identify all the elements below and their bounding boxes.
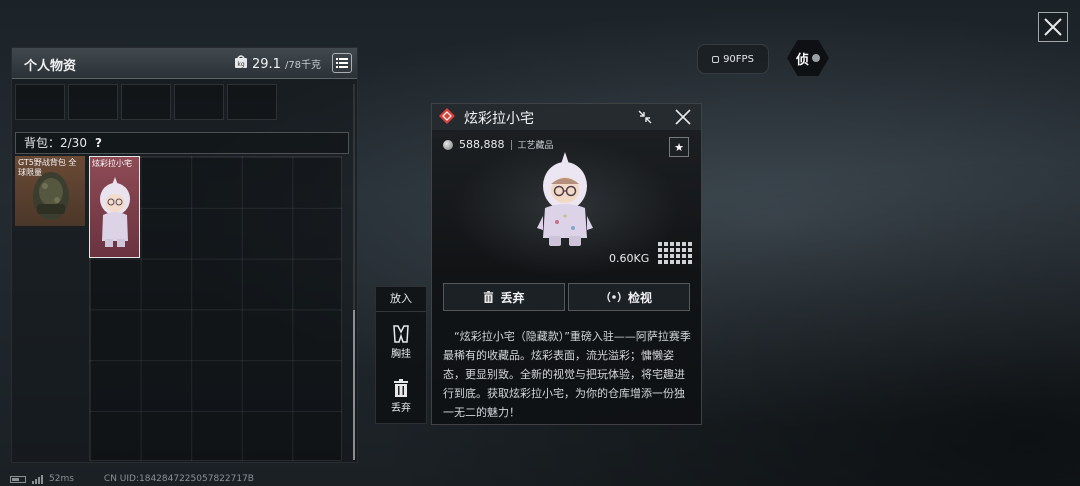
fps-indicator: 90FPS xyxy=(697,44,769,74)
list-view-button[interactable] xyxy=(332,53,352,73)
close-button[interactable] xyxy=(1038,12,1068,42)
item-price: 588,888 xyxy=(459,138,505,151)
discard-button-label: 丢弃 xyxy=(500,290,525,305)
inventory-title: 个人物资 xyxy=(24,59,77,74)
equipment-slot[interactable] xyxy=(227,84,277,120)
doll-icon xyxy=(100,177,130,247)
equipment-slot[interactable] xyxy=(174,84,224,120)
put-into-header: 放入 xyxy=(376,287,426,312)
discard-target[interactable]: 丢弃 xyxy=(376,379,426,414)
doll-preview-image xyxy=(537,152,593,246)
list-icon xyxy=(336,58,348,68)
backpack-help-button[interactable]: ? xyxy=(95,136,102,150)
backpack-gear-item[interactable]: GT5野战背包 全球限量 xyxy=(15,156,85,226)
item-detail-panel: 炫彩拉小宅 588,888 工艺藏品 ★ 0.60KG 丢弃 检视 “炫彩拉小宅… xyxy=(431,103,702,425)
battery-icon xyxy=(10,475,26,483)
inspect-button-label: 检视 xyxy=(627,290,652,305)
item-preview: 588,888 工艺藏品 ★ 0.60KG xyxy=(432,130,701,274)
discard-target-label: 丢弃 xyxy=(391,403,411,414)
discard-icon xyxy=(484,291,494,303)
fps-value: 90FPS xyxy=(723,53,754,65)
chest-rig-target[interactable]: 胸挂 xyxy=(376,325,426,360)
ping-value: 52ms xyxy=(49,474,74,484)
equipment-slot[interactable] xyxy=(121,84,171,120)
close-detail-icon[interactable] xyxy=(674,108,692,126)
scout-status-label: 侦 xyxy=(795,52,809,68)
backpack-capacity-bar: 背包：2/30? xyxy=(15,132,349,154)
signal-icon xyxy=(32,474,43,484)
trash-icon xyxy=(394,379,408,397)
user-uid: CN UID:1842847225057822717B xyxy=(103,474,254,484)
personal-inventory-panel: 个人物资 kg 29.1 /78千克 背包：2/30? GT5野战背包 全球限量… xyxy=(11,47,358,463)
equipment-slot[interactable] xyxy=(15,84,65,120)
status-bar: 52ms CN UID:1842847225057822717B xyxy=(10,474,254,484)
backpack-icon xyxy=(33,172,69,220)
scout-status-chip[interactable]: 侦 xyxy=(787,40,829,76)
item-weight: 0.60KG xyxy=(609,252,650,265)
item-size-grid-icon xyxy=(658,242,692,264)
star-icon: ★ xyxy=(674,140,684,154)
item-description: “炫彩拉小宅（隐藏款）”重磅入驻——阿萨拉赛季最稀有的收藏品。炫彩表面，流光溢彩… xyxy=(443,330,691,419)
weight-max: /78千克 xyxy=(284,60,322,71)
equipment-slot[interactable] xyxy=(68,84,118,120)
coin-icon xyxy=(443,139,453,150)
item-detail-header: 炫彩拉小宅 xyxy=(432,104,701,130)
inventory-scrollbar-thumb[interactable] xyxy=(353,310,355,460)
price-separator xyxy=(510,139,512,150)
item-title: 炫彩拉小宅 xyxy=(464,111,534,127)
chest-rig-label: 胸挂 xyxy=(391,349,411,360)
equipment-slots-row xyxy=(15,84,277,120)
weight-indicator: kg 29.1 /78千克 xyxy=(234,54,321,72)
fps-icon xyxy=(712,55,720,63)
weight-current: 29.1 xyxy=(252,57,281,72)
status-dot-icon xyxy=(812,54,820,62)
discard-button[interactable]: 丢弃 xyxy=(443,283,565,311)
put-into-column: 放入 胸挂 丢弃 xyxy=(375,286,427,424)
inspect-icon xyxy=(607,291,621,303)
inspect-button[interactable]: 检视 xyxy=(568,283,690,311)
rarity-diamond-icon xyxy=(439,108,455,124)
weight-icon: kg xyxy=(235,55,247,68)
chest-rig-icon xyxy=(393,325,409,343)
favorite-button[interactable]: ★ xyxy=(669,137,689,157)
collectible-item-slot[interactable]: 炫彩拉小宅 xyxy=(89,156,140,258)
close-icon xyxy=(1044,18,1062,36)
collapse-icon[interactable] xyxy=(636,108,654,126)
backpack-capacity-label: 背包：2/30 xyxy=(24,136,87,150)
svg-text:kg: kg xyxy=(237,61,244,68)
inventory-header: 个人物资 kg 29.1 /78千克 xyxy=(12,48,357,79)
